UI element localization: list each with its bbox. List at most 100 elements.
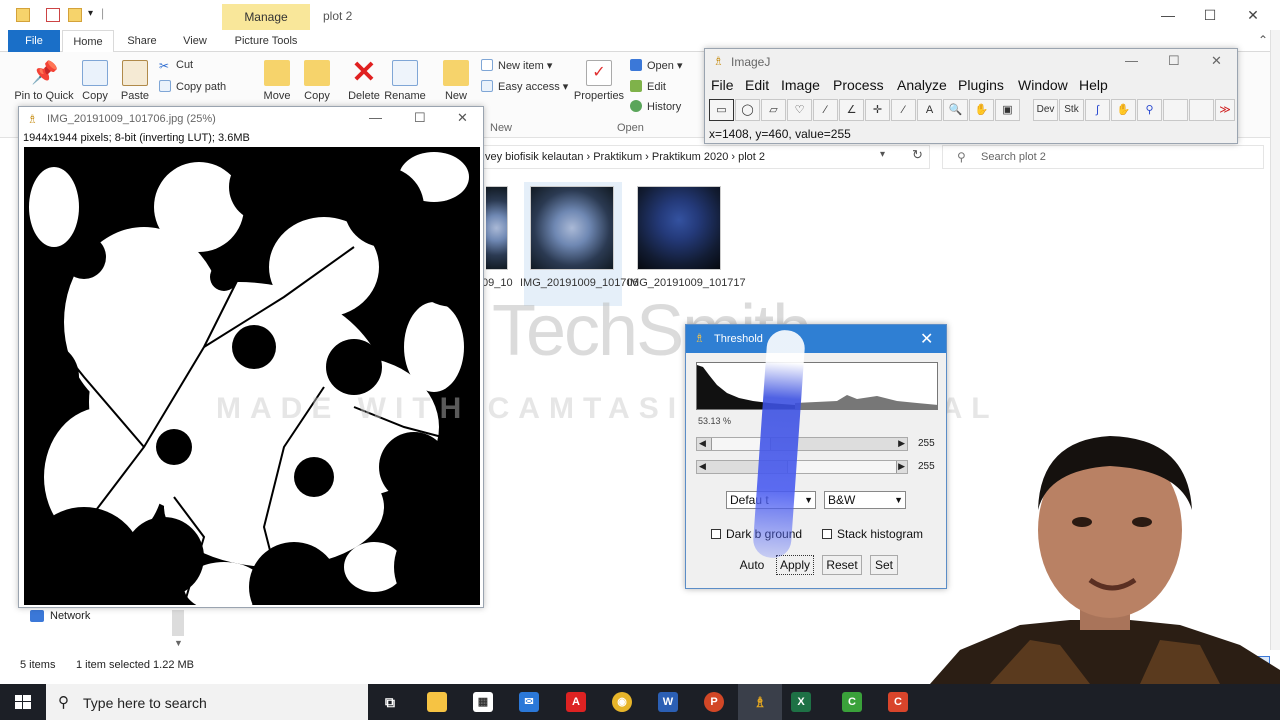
rename-button[interactable]: Rename xyxy=(384,56,426,102)
imagej-minimize-icon[interactable]: — xyxy=(1125,53,1138,68)
new-folder-button[interactable]: New xyxy=(440,56,472,102)
file-thumbnail-101717[interactable] xyxy=(637,186,721,270)
tab-picture-tools[interactable]: Picture Tools xyxy=(226,30,306,52)
oval-tool-icon[interactable]: ◯ xyxy=(735,99,760,121)
tab-file[interactable]: File xyxy=(8,30,60,52)
hand-alt-tool-icon[interactable]: ✋ xyxy=(1111,99,1136,121)
empty-tool-slot[interactable] xyxy=(1163,99,1188,121)
menu-analyze[interactable]: Analyze xyxy=(897,77,947,93)
point-tool-icon[interactable]: ✛ xyxy=(865,99,890,121)
folder-icon[interactable] xyxy=(16,8,30,22)
copy-path-button[interactable]: Copy path xyxy=(159,80,226,93)
slider-left-arrow-icon[interactable]: ◀ xyxy=(699,438,706,449)
ribbon-collapse-icon[interactable]: ⌃ xyxy=(1258,33,1268,47)
text-tool-icon[interactable]: A xyxy=(917,99,942,121)
slider-knob[interactable] xyxy=(787,461,897,473)
easy-access-button[interactable]: Easy access ▾ xyxy=(481,80,568,93)
close-icon[interactable]: ✕ xyxy=(1238,4,1268,26)
tab-home[interactable]: Home xyxy=(62,30,114,52)
nav-scrollbar[interactable] xyxy=(172,610,184,636)
move-to-button[interactable]: Move xyxy=(260,56,294,102)
auto-button[interactable]: Auto xyxy=(734,555,770,575)
menu-file[interactable]: File xyxy=(711,77,734,93)
pin-quick-access-button[interactable]: 📌 Pin to Quick xyxy=(10,56,78,102)
maximize-icon[interactable]: ☐ xyxy=(1195,4,1225,26)
wand-tool-icon[interactable]: ⁄ xyxy=(891,99,916,121)
menu-plugins[interactable]: Plugins xyxy=(958,77,1004,93)
manage-tab[interactable]: Manage xyxy=(222,4,310,30)
task-view-icon[interactable]: ⧉ xyxy=(380,692,400,712)
set-button[interactable]: Set xyxy=(870,555,898,575)
freehand-tool-icon[interactable]: ♡ xyxy=(787,99,812,121)
stk-tool-icon[interactable]: Stk xyxy=(1059,99,1084,121)
file-label[interactable]: 09_10 xyxy=(482,276,513,290)
new-folder-icon[interactable] xyxy=(68,8,82,22)
taskbar-search[interactable]: ⚲ Type here to search xyxy=(46,684,368,720)
mode-select[interactable]: B&W ▼ xyxy=(824,491,906,509)
dev-tool-icon[interactable]: Dev xyxy=(1033,99,1058,121)
image-maximize-icon[interactable]: ☐ xyxy=(414,110,426,126)
copy-button[interactable]: Copy xyxy=(78,56,112,102)
color-picker-tool-icon[interactable]: ▣ xyxy=(995,99,1020,121)
recorder-icon[interactable]: C xyxy=(888,692,908,712)
properties-icon[interactable] xyxy=(46,8,60,22)
copy-to-button[interactable]: Copy xyxy=(300,56,334,102)
rectangle-tool-icon[interactable]: ▭ xyxy=(709,99,734,121)
imagej-close-icon[interactable]: ✕ xyxy=(1211,53,1222,69)
word-icon[interactable]: W xyxy=(658,692,678,712)
chrome-icon[interactable]: ◉ xyxy=(612,692,632,712)
polygon-tool-icon[interactable]: ▱ xyxy=(761,99,786,121)
slider-right-arrow-icon[interactable]: ▶ xyxy=(898,461,905,472)
excel-icon[interactable]: X xyxy=(791,692,811,712)
magnifier-tool-icon[interactable]: 🔍 xyxy=(943,99,968,121)
properties-button[interactable]: ✓ Properties xyxy=(572,56,626,102)
menu-edit[interactable]: Edit xyxy=(745,77,769,93)
brush-tool-icon[interactable]: ∫ xyxy=(1085,99,1110,121)
threshold-min-slider[interactable]: ◀ ▶ xyxy=(696,437,908,451)
camtasia-icon[interactable]: C xyxy=(842,692,862,712)
paste-button[interactable]: Paste xyxy=(118,56,152,102)
empty-tool-slot[interactable] xyxy=(1189,99,1214,121)
cut-button[interactable]: ✂ Cut xyxy=(159,59,193,72)
stack-histogram-checkbox[interactable]: Stack histogram xyxy=(822,527,923,541)
mail-icon[interactable]: ✉ xyxy=(519,692,539,712)
start-button[interactable] xyxy=(0,684,46,720)
image-close-icon[interactable]: ✕ xyxy=(457,110,468,126)
image-minimize-icon[interactable]: — xyxy=(369,110,382,125)
menu-help[interactable]: Help xyxy=(1079,77,1108,93)
minimize-icon[interactable]: — xyxy=(1153,4,1183,26)
thresholded-canopy-image[interactable] xyxy=(24,147,480,605)
imagej-taskbar-icon[interactable]: ♗ xyxy=(750,692,770,712)
refresh-icon[interactable]: ↻ xyxy=(912,147,923,163)
store-icon[interactable]: ▦ xyxy=(473,692,493,712)
file-label-101706[interactable]: IMG_20191009_101706 xyxy=(520,276,639,290)
angle-tool-icon[interactable]: ∠ xyxy=(839,99,864,121)
threshold-max-slider[interactable]: ◀ ▶ xyxy=(696,460,908,474)
file-explorer-icon[interactable] xyxy=(427,692,447,712)
file-thumbnail[interactable] xyxy=(486,186,508,270)
file-thumbnail-101706[interactable] xyxy=(530,186,614,270)
hand-tool-icon[interactable]: ✋ xyxy=(969,99,994,121)
slider-right-arrow-icon[interactable]: ▶ xyxy=(898,438,905,449)
address-bar[interactable]: vey biofisik kelautan › Praktikum › Prak… xyxy=(482,145,930,169)
delete-button[interactable]: ✕ Delete xyxy=(344,56,384,103)
more-tools-icon[interactable]: ≫ xyxy=(1215,99,1235,121)
history-button[interactable]: History xyxy=(630,100,681,113)
scroll-down-icon[interactable]: ▼ xyxy=(174,638,183,648)
powerpoint-icon[interactable]: P xyxy=(704,692,724,712)
menu-process[interactable]: Process xyxy=(833,77,884,93)
pencil-tool-icon[interactable]: ⚲ xyxy=(1137,99,1162,121)
qat-customize-icon[interactable]: ▾ xyxy=(88,8,93,19)
threshold-close-icon[interactable]: ✕ xyxy=(920,329,933,349)
slider-left-arrow-icon[interactable]: ◀ xyxy=(699,461,706,472)
tab-view[interactable]: View xyxy=(174,30,216,52)
menu-image[interactable]: Image xyxy=(781,77,820,93)
apply-button[interactable]: Apply xyxy=(776,555,814,575)
search-input[interactable]: ⚲ Search plot 2 xyxy=(942,145,1264,169)
acrobat-icon[interactable]: A xyxy=(566,692,586,712)
new-item-button[interactable]: New item ▾ xyxy=(481,59,552,72)
open-button[interactable]: Open ▾ xyxy=(630,59,683,72)
imagej-maximize-icon[interactable]: ☐ xyxy=(1168,53,1180,69)
menu-window[interactable]: Window xyxy=(1018,77,1068,93)
reset-button[interactable]: Reset xyxy=(822,555,862,575)
